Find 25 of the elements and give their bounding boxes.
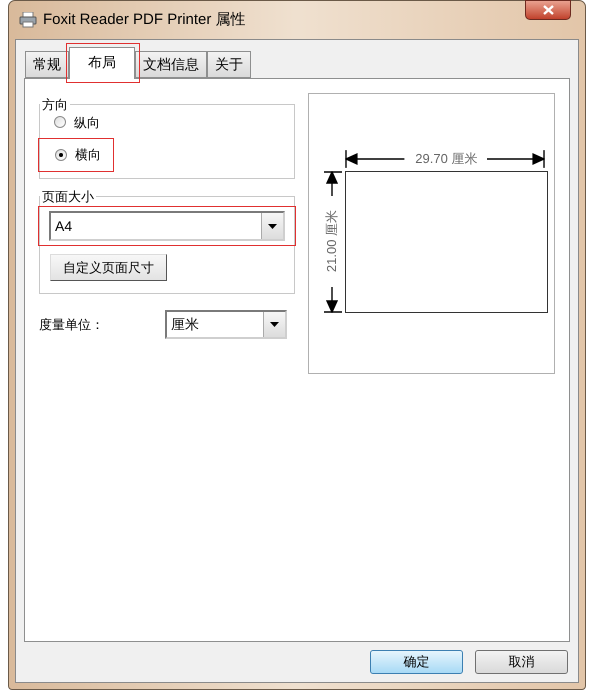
tab[interactable]: 关于 <box>207 51 251 78</box>
page-size-dropdown[interactable]: A4 <box>49 211 286 241</box>
close-button[interactable] <box>525 0 571 20</box>
unit-dropdown[interactable]: 厘米 <box>165 310 287 339</box>
tab[interactable]: 常规 <box>25 51 69 78</box>
radio-button[interactable] <box>54 116 66 128</box>
dropdown-value: 厘米 <box>170 315 200 334</box>
close-icon <box>542 5 554 15</box>
caret-icon <box>268 224 278 228</box>
window-title: Foxit Reader PDF Printer 属性 <box>43 10 246 30</box>
dialog-button[interactable]: 确定 <box>370 650 463 674</box>
tab[interactable]: 文档信息 <box>135 51 207 78</box>
printer-icon <box>19 12 37 28</box>
radio-option[interactable]: 纵向 <box>54 112 282 132</box>
group-label: 页面大小 <box>41 188 95 206</box>
custom-size-button[interactable]: 自定义页面尺寸 <box>50 254 167 281</box>
radio-button[interactable] <box>55 148 67 161</box>
unit-label: 度量单位： <box>39 316 105 334</box>
group-label: 方向 <box>41 96 69 114</box>
tab[interactable]: 布局 <box>69 47 135 79</box>
dropdown-button[interactable] <box>263 312 285 337</box>
dialog-button[interactable]: 取消 <box>475 650 568 674</box>
dropdown-value: A4 <box>54 216 74 236</box>
dropdown-button[interactable] <box>261 213 284 239</box>
caret-icon <box>270 322 279 327</box>
